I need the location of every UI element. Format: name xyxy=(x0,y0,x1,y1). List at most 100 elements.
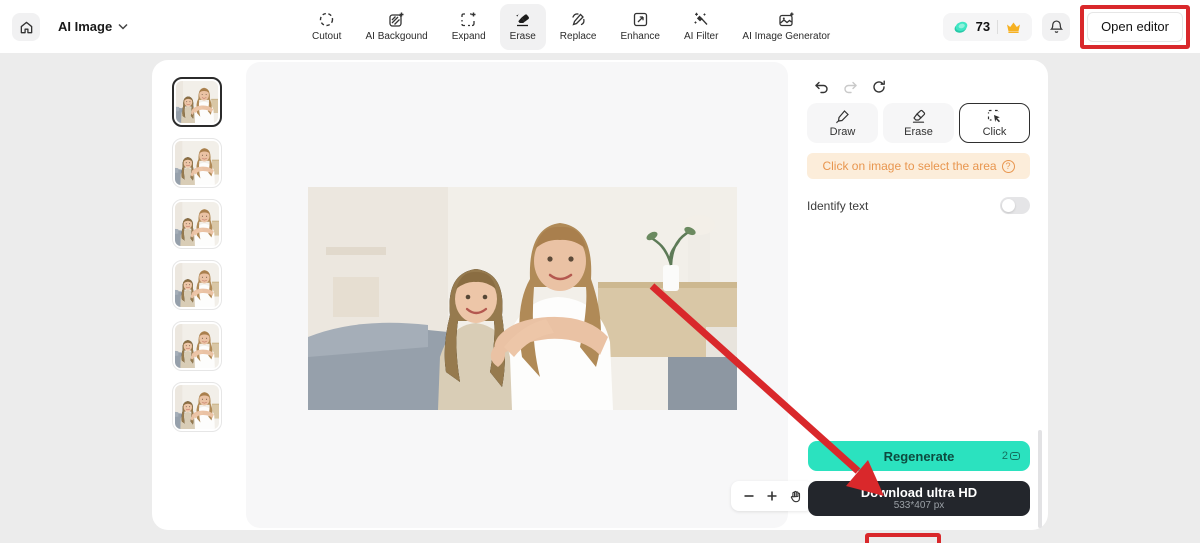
bell-icon xyxy=(1049,20,1063,33)
tool-label: Replace xyxy=(559,31,597,42)
tools-toolbar: Cutout AI Backgound Expand Erase Replace… xyxy=(302,0,840,53)
redo-icon xyxy=(843,81,857,93)
draw-brush-icon xyxy=(836,109,849,123)
selection-mode-buttons: Draw Erase Click xyxy=(807,103,1030,143)
chevron-down-icon xyxy=(118,23,128,30)
regenerate-label: Regenerate xyxy=(883,448,955,464)
download-label: Download ultra HD xyxy=(860,485,978,500)
thumbnail-image xyxy=(175,141,219,185)
ai-background-icon xyxy=(389,12,404,27)
thumbnail-rail xyxy=(172,77,222,432)
notice-text: Click on image to select the area xyxy=(822,159,997,173)
mode-label: Click xyxy=(982,125,1007,138)
thumbnail-5[interactable] xyxy=(172,321,222,371)
erase-icon xyxy=(516,13,530,27)
thumbnail-image xyxy=(175,385,219,429)
editor-canvas[interactable] xyxy=(246,62,876,528)
tool-expand[interactable]: Expand xyxy=(442,4,496,50)
crown-icon xyxy=(1007,22,1021,33)
ai-image-editor-app: AI Image Cutout AI Backgound Expand Eras… xyxy=(0,0,1200,543)
help-icon[interactable]: ? xyxy=(1001,159,1015,173)
photo-canvas-image[interactable] xyxy=(308,187,737,410)
zoom-in-button[interactable] xyxy=(762,486,782,506)
tool-cutout[interactable]: Cutout xyxy=(302,4,351,50)
panel-scrollbar[interactable] xyxy=(1038,430,1042,528)
mode-label: Draw xyxy=(829,125,856,138)
tool-label: AI Filter xyxy=(683,31,719,42)
mode-click-button[interactable]: Click xyxy=(959,103,1030,143)
mode-erase-button[interactable]: Erase xyxy=(883,103,954,143)
top-right-cluster: 73 Open editor xyxy=(942,0,1190,53)
tool-replace[interactable]: Replace xyxy=(550,4,607,50)
thumbnail-4[interactable] xyxy=(172,260,222,310)
tool-label: Erase xyxy=(509,31,536,42)
zoom-controls xyxy=(731,481,813,511)
download-ultra-hd-button[interactable]: Download ultra HD 533*407 px xyxy=(808,481,1030,516)
notifications-button[interactable] xyxy=(1042,12,1071,41)
coin-icon xyxy=(954,21,967,33)
view-buttons-highlight-box xyxy=(865,533,941,543)
cost-coin-icon xyxy=(1010,452,1020,460)
open-editor-button[interactable]: Open editor xyxy=(1087,11,1183,42)
toggle-knob xyxy=(1002,199,1015,212)
identify-text-label: Identify text xyxy=(807,198,869,213)
thumbnail-image xyxy=(176,81,218,123)
enhance-icon xyxy=(633,12,647,27)
credits-divider xyxy=(997,19,999,34)
home-icon xyxy=(20,21,32,33)
tool-label: Enhance xyxy=(620,31,660,42)
tool-erase[interactable]: Erase xyxy=(499,3,546,50)
pan-button[interactable] xyxy=(785,486,805,506)
credits-count: 73 xyxy=(975,19,991,34)
thumbnail-1-selected[interactable] xyxy=(172,77,222,127)
open-editor-highlight-box: Open editor xyxy=(1080,4,1190,49)
redo-button[interactable] xyxy=(841,78,859,96)
hand-icon xyxy=(790,490,800,502)
ai-filter-icon xyxy=(694,12,708,25)
zoom-out-button[interactable] xyxy=(739,486,759,506)
history-controls xyxy=(812,78,888,96)
identify-text-toggle[interactable] xyxy=(1000,197,1030,214)
tool-enhance[interactable]: Enhance xyxy=(610,4,669,50)
app-menu-label: AI Image xyxy=(58,19,113,34)
app-menu[interactable]: AI Image xyxy=(58,0,128,53)
erase-mode-icon xyxy=(912,109,926,123)
thumbnail-6[interactable] xyxy=(172,382,222,432)
tool-ai-image-generator[interactable]: AI Image Generator xyxy=(732,4,840,50)
identify-text-row: Identify text xyxy=(807,197,1030,214)
thumbnail-image xyxy=(175,202,219,246)
refresh-button[interactable] xyxy=(870,78,888,96)
thumbnail-3[interactable] xyxy=(172,199,222,249)
refresh-icon xyxy=(873,80,885,93)
workspace-card: Draw Erase Click Click on image to selec… xyxy=(152,60,1048,543)
tool-label: Cutout xyxy=(312,31,342,42)
tool-label: Expand xyxy=(451,31,486,42)
download-size: 533*407 px xyxy=(893,500,945,511)
cost-count: 2 xyxy=(1001,450,1008,462)
tool-ai-background[interactable]: AI Backgound xyxy=(355,4,437,50)
click-select-icon xyxy=(987,109,1000,122)
home-button[interactable] xyxy=(12,13,40,41)
tool-ai-filter[interactable]: AI Filter xyxy=(674,4,728,50)
regenerate-cost: 2 xyxy=(1002,450,1020,462)
mode-draw-button[interactable]: Draw xyxy=(807,103,878,143)
family-photo xyxy=(308,187,737,410)
cutout-icon xyxy=(320,12,334,27)
ai-image-generator-icon xyxy=(779,12,794,27)
tool-label: AI Image Generator xyxy=(742,31,831,42)
credits-pill[interactable]: 73 xyxy=(942,12,1033,41)
instruction-notice: Click on image to select the area ? xyxy=(807,153,1030,179)
thumbnail-2[interactable] xyxy=(172,138,222,188)
plus-icon xyxy=(767,491,777,501)
regenerate-button[interactable]: Regenerate 2 xyxy=(808,441,1030,471)
thumbnail-image xyxy=(175,324,219,368)
tool-label: AI Backgound xyxy=(365,31,428,42)
thumbnail-image xyxy=(175,263,219,307)
replace-icon xyxy=(571,13,585,26)
expand-icon xyxy=(461,12,476,27)
undo-icon xyxy=(814,81,828,93)
minus-icon xyxy=(744,495,754,497)
undo-button[interactable] xyxy=(812,78,830,96)
top-bar: AI Image Cutout AI Backgound Expand Eras… xyxy=(0,0,1200,53)
mode-label: Erase xyxy=(904,125,933,138)
